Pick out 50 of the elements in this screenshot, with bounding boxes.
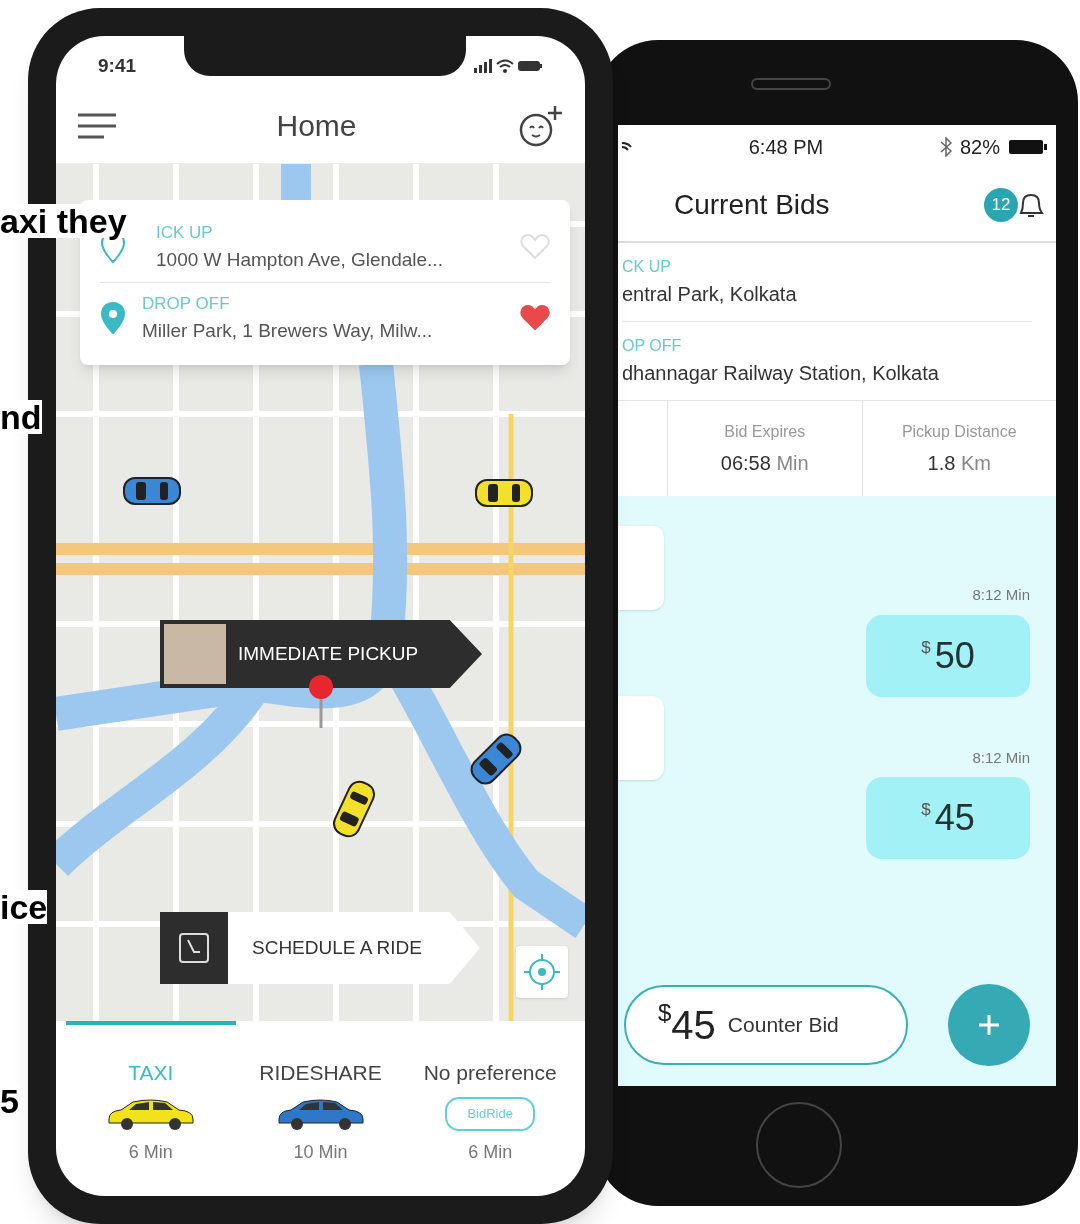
address-text[interactable]: Miller Park, 1 Brewers Way, Milw... [142,316,504,345]
battery-icon [1008,139,1048,155]
article-text: axi they [0,204,127,238]
map-pin-icon [308,674,334,730]
bid-bubble: $45 [866,777,1030,859]
signal-icon [474,58,492,74]
counter-bid-button[interactable]: $45 Counter Bid [624,985,908,1065]
status-time: 9:41 [98,53,137,78]
car-outline-logo: BidRide [445,1096,536,1131]
car-icon [122,474,182,508]
pickup-callout[interactable]: IMMEDIATE PICKUP [160,620,482,688]
ride-type-tab[interactable]: TAXI 6 Min [66,1021,236,1172]
battery-percent: 82% [959,135,1000,160]
photo-placeholder [164,624,226,684]
car-icon [474,476,534,510]
address-label: DROP OFF [142,293,231,315]
heart-icon[interactable] [520,305,550,331]
battery-icon [518,60,543,72]
article-text: ice [0,890,48,924]
article-text: nd [0,400,42,434]
address-label: ICK UP [156,222,214,244]
bell-icon[interactable] [1018,191,1044,219]
add-child-icon[interactable] [517,103,563,148]
status-time: 6:48 PM [748,135,824,160]
stat-label: Pickup Distance [901,421,1017,442]
bid-time: 8:12 Min [972,585,1030,605]
plus-icon [977,1013,1001,1037]
schedule-ride-button[interactable]: SCHEDULE A RIDE [228,912,480,984]
locate-icon[interactable] [516,946,568,998]
ride-type-tab[interactable]: No preference BidRide 6 Min [405,1021,575,1172]
home-button[interactable] [756,1102,842,1188]
location-pin-icon [100,302,126,334]
address-label: CK UP [622,257,672,277]
address-label: OP OFF [622,336,683,356]
stat-value: 1.8 Km [927,450,991,476]
address-text: entral Park, Kolkata [622,282,798,307]
bid-bubble: $50 [866,614,1030,697]
notification-badge: 12 [984,188,1018,222]
clock-icon [160,912,228,984]
menu-icon[interactable] [78,112,116,139]
wifi-icon [496,58,514,74]
bluetooth-icon [939,137,952,157]
address-text[interactable]: 1000 W Hampton Ave, Glendale... [156,245,504,274]
bid-time: 8:12 Min [972,747,1030,768]
stat-value: 06:58 Min [720,450,809,476]
screen-title: Home [276,108,357,144]
stat-label: Bid Expires [724,421,806,442]
ride-type-tab[interactable]: RIDESHARE 10 Min [235,1021,406,1172]
screen-title: Current Bids [674,188,830,222]
address-text: dhannagar Railway Station, Kolkata [622,361,940,386]
